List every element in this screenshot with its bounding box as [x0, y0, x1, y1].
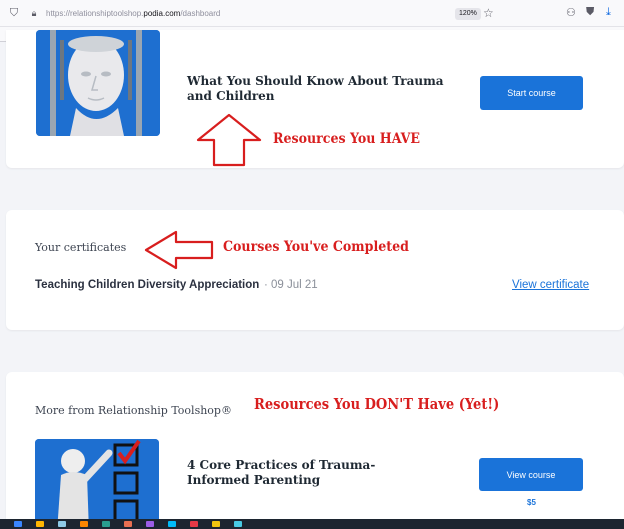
certificates-card: Your certificates Teaching Children Dive…	[6, 210, 624, 330]
pocket-icon[interactable]: ⛊	[586, 6, 594, 19]
taskbar-app-icon[interactable]	[190, 521, 198, 527]
taskbar-app-icon[interactable]	[102, 521, 110, 527]
owned-courses-card: What You Should Know About Trauma and Ch…	[6, 30, 624, 168]
lock-icon[interactable]: 🔒︎	[28, 8, 40, 19]
course-price: $5	[527, 498, 536, 507]
taskbar-app-icon[interactable]	[234, 521, 242, 527]
more-courses-heading: More from Relationship Toolshop®	[35, 404, 232, 417]
url-prefix: https://relationshiptoolshop.	[46, 8, 144, 18]
view-course-button[interactable]: View course	[479, 458, 583, 491]
taskbar	[0, 519, 624, 529]
start-course-button[interactable]: Start course	[480, 76, 583, 110]
annotation-dont-have: Resources You DON'T Have (Yet!)	[254, 396, 500, 413]
taskbar-app-icon[interactable]	[36, 521, 44, 527]
more-course-title[interactable]: 4 Core Practices of Trauma-Informed Pare…	[187, 458, 437, 488]
taskbar-app-icon[interactable]	[80, 521, 88, 527]
taskbar-app-icon[interactable]	[14, 521, 22, 527]
url-suffix: /dashboard	[180, 8, 221, 18]
address-bar[interactable]: https://relationshiptoolshop.podia.com/d…	[46, 9, 220, 18]
taskbar-app-icon[interactable]	[58, 521, 66, 527]
shield-icon[interactable]: ⛉	[8, 7, 20, 20]
bookmark-star-icon[interactable]: ☆	[483, 6, 494, 20]
zoom-badge[interactable]: 120%	[455, 8, 481, 20]
up-arrow-annotation-icon	[196, 113, 262, 167]
taskbar-app-icon[interactable]	[146, 521, 154, 527]
annotation-have: Resources You HAVE	[273, 131, 420, 147]
account-icon[interactable]: ⚇	[566, 6, 576, 19]
course-thumbnail[interactable]	[36, 30, 160, 136]
browser-toolbar: ⛉ 🔒︎ https://relationshiptoolshop.podia.…	[0, 0, 624, 27]
download-icon[interactable]: ⤓	[606, 6, 611, 19]
certificate-date: · 09 Jul 21	[264, 279, 318, 291]
owned-course-title[interactable]: What You Should Know About Trauma and Ch…	[187, 74, 457, 104]
left-arrow-annotation-icon	[144, 230, 214, 270]
taskbar-app-icon[interactable]	[124, 521, 132, 527]
annotation-completed: Courses You've Completed	[223, 239, 409, 255]
taskbar-app-icon[interactable]	[212, 521, 220, 527]
checklist-figure-icon	[35, 439, 159, 529]
view-certificate-link[interactable]: View certificate	[512, 279, 589, 291]
certificate-course-name: Teaching Children Diversity Appreciation	[35, 279, 260, 291]
taskbar-app-icon[interactable]	[168, 521, 176, 527]
url-domain: podia.com	[143, 8, 181, 18]
certificates-heading: Your certificates	[35, 241, 127, 254]
head-illustration-icon	[36, 30, 160, 136]
more-course-thumbnail[interactable]	[35, 439, 159, 529]
